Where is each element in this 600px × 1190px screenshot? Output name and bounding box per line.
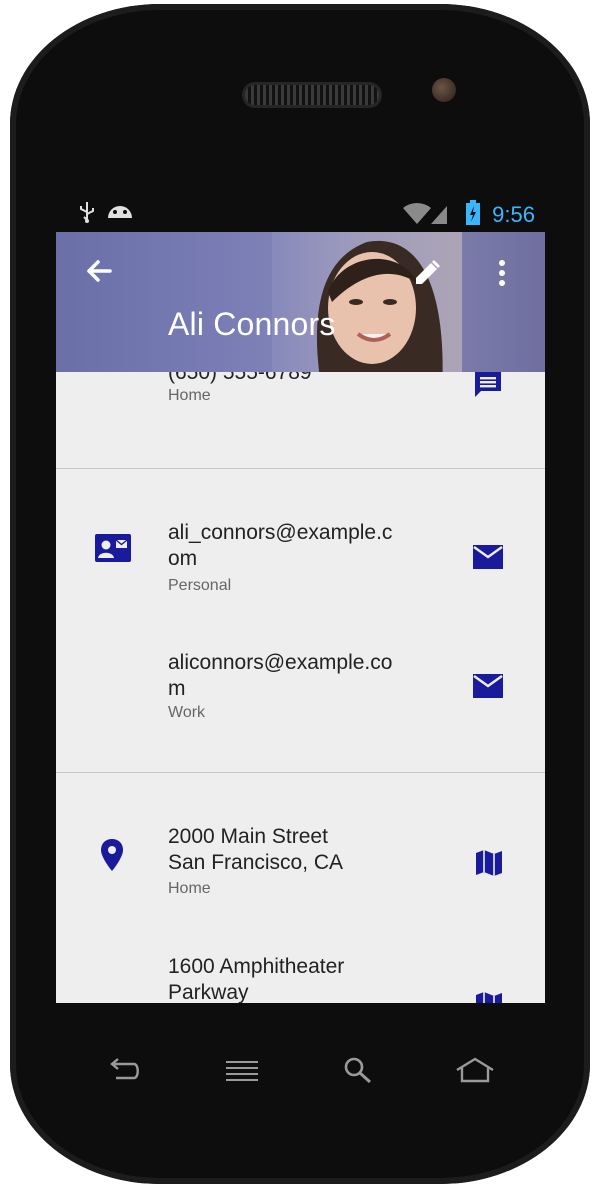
contact-header: Ali Connors [56, 232, 545, 372]
address-line-1: 2000 Main Street [168, 825, 328, 848]
front-camera [432, 78, 456, 102]
email-type-label: Work [168, 704, 206, 721]
status-bar: 9:56 [56, 194, 545, 232]
email-line-2: om [168, 547, 198, 570]
address-text: 1600 Amphitheater Parkway [168, 954, 438, 1003]
usb-icon [78, 200, 96, 230]
search-key-icon[interactable] [342, 1056, 374, 1089]
email-address: ali_connors@example.c om [168, 520, 438, 572]
more-vert-icon[interactable] [492, 258, 512, 293]
address-row[interactable]: 1600 Amphitheater Parkway [56, 922, 545, 1003]
email-line-1: ali_connors@example.c [168, 521, 393, 544]
status-clock: 9:56 [492, 202, 535, 227]
contact-photo [272, 232, 462, 372]
signal-wifi-icon [401, 202, 449, 229]
contact-detail-screen: Ali Connors (650) 555-6789 Home ali_conn… [56, 232, 545, 1003]
back-key-icon[interactable] [106, 1056, 142, 1089]
email-line-1: aliconnors@example.co [168, 651, 393, 674]
email-line-2: m [168, 677, 186, 700]
menu-key-icon[interactable] [224, 1056, 260, 1089]
address-row[interactable]: 2000 Main Street San Francisco, CA Home [56, 772, 545, 922]
map-icon[interactable] [474, 848, 504, 883]
address-line-1: 1600 Amphitheater [168, 955, 345, 978]
android-debug-icon [106, 200, 134, 220]
battery-icon [465, 200, 481, 226]
email-address: aliconnors@example.co m [168, 650, 438, 702]
map-icon[interactable] [474, 990, 504, 1003]
phone-type-label: Home [168, 387, 211, 404]
address-line-2: Parkway [168, 981, 249, 1003]
edit-pencil-icon[interactable] [412, 258, 442, 293]
email-row[interactable]: aliconnors@example.co m Work [56, 608, 545, 772]
back-arrow-icon[interactable] [84, 256, 114, 291]
message-icon[interactable] [472, 368, 504, 405]
home-key-icon[interactable] [454, 1056, 496, 1089]
hardware-nav-bar [56, 1036, 545, 1116]
email-type-label: Personal [168, 577, 232, 594]
email-icon[interactable] [472, 673, 504, 704]
address-text: 2000 Main Street San Francisco, CA [168, 824, 438, 876]
contact-name: Ali Connors [168, 306, 336, 342]
address-line-2: San Francisco, CA [168, 851, 344, 874]
email-icon[interactable] [472, 544, 504, 575]
earpiece-speaker [242, 82, 382, 108]
email-row[interactable]: ali_connors@example.c om Personal [56, 468, 545, 608]
address-type-label: Home [168, 880, 211, 897]
